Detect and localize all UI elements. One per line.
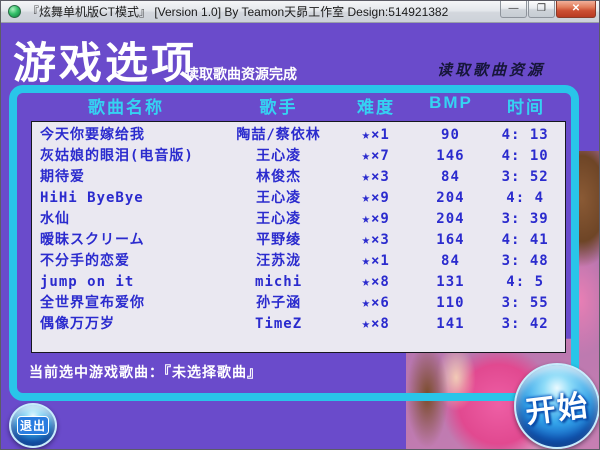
window-title: 『炫舞单机版CT模式』 [Version 1.0] By Teamon天昴工作室… [27,5,449,19]
bmp-cell: 90 [441,127,460,143]
title-bar[interactable]: 『炫舞单机版CT模式』 [Version 1.0] By Teamon天昴工作室… [1,1,599,23]
singer-cell: 汪苏泷 [256,253,302,269]
difficulty-cell: ★×8 [361,274,390,290]
time-cell: 3: 42 [501,316,549,332]
song-row[interactable]: 期待爱 林俊杰 ★×3 84 3: 52 [32,167,565,188]
bmp-cell: 204 [436,190,465,206]
bmp-cell: 141 [436,316,465,332]
bmp-cell: 110 [436,295,465,311]
song-name-cell: HiHi ByeBye [40,190,144,206]
bmp-cell: 84 [441,253,460,269]
current-song-label: 当前选中游戏歌曲：『未选择歌曲』 [29,364,262,380]
singer-cell: TimeZ [255,316,303,332]
song-name-cell: 偶像万万岁 [40,316,115,332]
song-name-cell: 期待爱 [40,169,85,185]
song-name-cell: 水仙 [40,211,70,227]
singer-cell: 平野绫 [256,232,302,248]
load-complete-text: 读取歌曲资源完成 [185,66,297,82]
time-cell: 4: 13 [501,127,549,143]
singer-cell: michi [255,274,303,290]
difficulty-cell: ★×1 [361,253,390,269]
app-icon [8,5,21,18]
difficulty-cell: ★×8 [361,316,390,332]
difficulty-cell: ★×9 [361,211,390,227]
song-row[interactable]: 全世界宣布爱你 孙子涵 ★×6 110 3: 55 [32,293,565,314]
client-area: 游戏选项 读取歌曲资源完成 读取歌曲资源 歌曲名称 歌手 难度 BMP 时间 今… [1,23,599,449]
time-cell: 4: 10 [501,148,549,164]
time-cell: 4: 4 [506,190,545,206]
bmp-cell: 131 [436,274,465,290]
song-name-cell: 今天你要嫁给我 [40,127,145,143]
song-row[interactable]: jump on it michi ★×8 131 4: 5 [32,272,565,293]
song-name-cell: 不分手的恋爱 [40,253,130,269]
song-name-cell: jump on it [40,274,135,290]
close-button[interactable]: ✕ [556,1,596,18]
singer-cell: 孙子涵 [256,295,302,311]
time-cell: 3: 48 [501,253,549,269]
exit-button[interactable]: 退出 [9,403,57,448]
difficulty-cell: ★×3 [361,169,390,185]
difficulty-cell: ★×1 [361,127,390,143]
maximize-button[interactable]: ❐ [528,1,555,18]
bmp-cell: 84 [441,169,460,185]
time-cell: 3: 52 [501,169,549,185]
song-name-cell: 灰姑娘的眼泪(电音版) [40,148,194,164]
song-row[interactable]: 今天你要嫁给我 陶喆/蔡依林 ★×1 90 4: 13 [32,125,565,146]
bmp-cell: 164 [436,232,465,248]
start-button-label: 开始 [523,389,592,430]
column-header-bmp: BMP [429,93,473,112]
start-button[interactable]: 开始 [514,363,599,449]
singer-cell: 王心凌 [256,190,302,206]
column-header-time: 时间 [507,98,545,117]
time-cell: 3: 39 [501,211,549,227]
song-row[interactable]: 不分手的恋爱 汪苏泷 ★×1 84 3: 48 [32,251,565,272]
column-header-difficulty: 难度 [357,98,395,117]
singer-cell: 王心凌 [256,148,302,164]
bmp-cell: 204 [436,211,465,227]
exit-button-label: 退出 [16,416,49,435]
song-name-cell: 全世界宣布爱你 [40,295,145,311]
time-cell: 4: 5 [506,274,545,290]
singer-cell: 王心凌 [256,211,302,227]
song-row[interactable]: 水仙 王心凌 ★×9 204 3: 39 [32,209,565,230]
time-cell: 4: 41 [501,232,549,248]
song-list[interactable]: 今天你要嫁给我 陶喆/蔡依林 ★×1 90 4: 13 灰姑娘的眼泪(电音版) … [31,121,566,353]
difficulty-cell: ★×9 [361,190,390,206]
song-row[interactable]: 暧昧スクリーム 平野绫 ★×3 164 4: 41 [32,230,565,251]
load-status-text: 读取歌曲资源 [437,63,546,79]
page-title: 游戏选项 [13,40,197,88]
time-cell: 3: 55 [501,295,549,311]
difficulty-cell: ★×3 [361,232,390,248]
singer-cell: 陶喆/蔡依林 [236,127,321,143]
column-header-singer: 歌手 [259,98,298,117]
song-row[interactable]: HiHi ByeBye 王心凌 ★×9 204 4: 4 [32,188,565,209]
minimize-button[interactable]: — [500,1,527,18]
song-name-cell: 暧昧スクリーム [40,232,145,248]
singer-cell: 林俊杰 [256,169,302,185]
song-table-header: 歌曲名称 歌手 难度 BMP 时间 [31,93,566,117]
song-row[interactable]: 偶像万万岁 TimeZ ★×8 141 3: 42 [32,314,565,335]
bmp-cell: 146 [436,148,465,164]
song-row[interactable]: 灰姑娘的眼泪(电音版) 王心凌 ★×7 146 4: 10 [32,146,565,167]
app-window: 『炫舞单机版CT模式』 [Version 1.0] By Teamon天昴工作室… [0,0,600,450]
column-header-song-name: 歌曲名称 [88,98,164,117]
difficulty-cell: ★×7 [361,148,390,164]
difficulty-cell: ★×6 [361,295,390,311]
